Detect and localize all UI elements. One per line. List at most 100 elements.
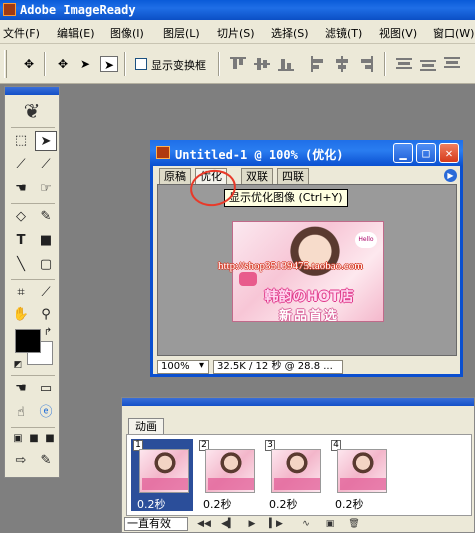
document-icon bbox=[156, 146, 170, 159]
menu-layer[interactable]: 图层(L) bbox=[163, 25, 200, 41]
options-bar: ✥ ✥ ➤ ➤ 显示变换框 bbox=[0, 44, 475, 84]
frame-delay[interactable]: 0.2秒 bbox=[335, 496, 364, 512]
rectangle-tool-icon[interactable]: ■ bbox=[35, 231, 57, 251]
animation-frame[interactable]: 4 0.2秒 bbox=[329, 439, 391, 511]
shop-subtitle-text: 新品首选 bbox=[278, 309, 339, 322]
show-transform-checkbox[interactable] bbox=[135, 58, 147, 70]
align-right-icon[interactable] bbox=[358, 56, 374, 72]
loop-options-select[interactable]: 一直有效 bbox=[124, 517, 188, 531]
document-status-bar: 100% ▾ 32.5K / 12 秒 @ 28.8 ... bbox=[157, 360, 457, 374]
frame-delay[interactable]: 0.2秒 bbox=[137, 496, 166, 512]
rollover-preview-icon[interactable]: ☝ bbox=[10, 403, 32, 423]
frame-thumbnail bbox=[337, 449, 387, 493]
animation-frame[interactable]: 1 0.2秒 bbox=[131, 439, 193, 511]
magic-wand-tool-icon[interactable]: ⟋ bbox=[35, 155, 57, 175]
eyedropper-tool-icon[interactable]: ⟋ bbox=[35, 283, 57, 303]
animation-palette-header[interactable] bbox=[122, 398, 474, 406]
frame-delay[interactable]: 0.2秒 bbox=[203, 496, 232, 512]
rewind-icon[interactable]: ◀◀ bbox=[196, 517, 212, 531]
marquee-tool-icon[interactable]: ⬚ bbox=[10, 131, 32, 151]
tools-divider bbox=[11, 127, 55, 128]
animation-frame[interactable]: 2 0.2秒 bbox=[197, 439, 259, 511]
distribute-middle-icon[interactable] bbox=[420, 56, 436, 72]
girl-portrait bbox=[289, 226, 341, 282]
menu-edit[interactable]: 编辑(E) bbox=[57, 25, 95, 41]
crop-tool-icon[interactable]: ⌗ bbox=[10, 283, 32, 303]
direct-select-icon[interactable]: ✥ bbox=[54, 56, 72, 72]
toolbar-separator bbox=[218, 52, 220, 76]
document-title-bar[interactable]: Untitled-1 @ 100% (优化) ▁ □ ✕ bbox=[150, 140, 463, 166]
frame-thumbnail bbox=[139, 449, 189, 493]
frame-thumbnail bbox=[271, 449, 321, 493]
align-top-icon[interactable] bbox=[230, 56, 246, 72]
menu-bar: 文件(F) 编辑(E) 图像(I) 图层(L) 切片(S) 选择(S) 滤镜(T… bbox=[0, 20, 475, 44]
preview-in-browser-icon[interactable]: ⓔ bbox=[35, 403, 57, 423]
maximize-button[interactable]: □ bbox=[416, 143, 436, 163]
tab-original[interactable]: 原稿 bbox=[159, 168, 191, 184]
hand-tool-icon[interactable]: ✋ bbox=[10, 305, 32, 325]
align-middle-icon[interactable] bbox=[254, 56, 270, 72]
tooltip: 显示优化图像 (Ctrl+Y) bbox=[224, 189, 348, 207]
tools-divider bbox=[11, 203, 55, 204]
line-tool-icon[interactable]: ╲ bbox=[10, 255, 32, 275]
tools-palette-header[interactable] bbox=[5, 87, 59, 95]
minimize-button[interactable]: ▁ bbox=[393, 143, 413, 163]
align-left-icon[interactable] bbox=[310, 56, 326, 72]
slice-visibility-icon[interactable]: ▭ bbox=[35, 379, 57, 399]
move-tool-icon[interactable]: ➤ bbox=[35, 131, 57, 151]
menu-file[interactable]: 文件(F) bbox=[3, 25, 40, 41]
toolbar-separator bbox=[384, 52, 386, 76]
tween-icon[interactable]: ∿ bbox=[298, 517, 314, 531]
menu-view[interactable]: 视图(V) bbox=[379, 25, 417, 41]
new-frame-icon[interactable]: ▣ bbox=[322, 517, 338, 531]
delete-frame-icon[interactable]: 🗑 bbox=[346, 517, 362, 531]
slice-select-icon[interactable]: ☞ bbox=[35, 179, 57, 199]
animation-controls: 一直有效 ◀◀ ◀▍ ▶ ▍▶ ∿ ▣ 🗑 bbox=[122, 516, 474, 532]
document-title: Untitled-1 @ 100% (优化) bbox=[175, 148, 344, 162]
foreground-color-swatch[interactable] bbox=[15, 329, 41, 353]
tab-2-up[interactable]: 双联 bbox=[241, 168, 273, 184]
jump-to-photoshop-icon[interactable]: ⇨ bbox=[10, 451, 32, 471]
tab-menu-arrow-icon[interactable]: ▶ bbox=[444, 169, 457, 182]
lasso-tool-icon[interactable]: ⟋ bbox=[10, 155, 32, 175]
selected-pointer-icon[interactable]: ➤ bbox=[100, 56, 118, 72]
move-tool-icon[interactable]: ✥ bbox=[20, 56, 38, 72]
menu-window[interactable]: 窗口(W) bbox=[433, 25, 474, 41]
brush-tool-icon[interactable]: ✎ bbox=[35, 207, 57, 227]
edit-mode-icon[interactable]: ✎ bbox=[35, 451, 57, 471]
show-transform-label: 显示变换框 bbox=[151, 59, 206, 72]
next-frame-icon[interactable]: ▍▶ bbox=[268, 517, 284, 531]
tab-animation[interactable]: 动画 bbox=[128, 418, 164, 434]
arrow-pointer-icon[interactable]: ➤ bbox=[76, 56, 94, 72]
animation-frame[interactable]: 3 0.2秒 bbox=[263, 439, 325, 511]
crop-hand-icon[interactable]: ☚ bbox=[10, 179, 32, 199]
menu-image[interactable]: 图像(I) bbox=[110, 25, 144, 41]
play-icon[interactable]: ▶ bbox=[244, 517, 260, 531]
optimized-size-info[interactable]: 32.5K / 12 秒 @ 28.8 ... bbox=[213, 360, 343, 374]
rounded-rect-tool-icon[interactable]: ▢ bbox=[35, 255, 57, 275]
eraser-tool-icon[interactable]: ◇ bbox=[10, 207, 32, 227]
align-bottom-icon[interactable] bbox=[278, 56, 294, 72]
full-screen-mode-icon[interactable]: ■ bbox=[39, 429, 61, 449]
toolbar-separator bbox=[44, 52, 46, 76]
previous-frame-icon[interactable]: ◀▍ bbox=[220, 517, 236, 531]
tools-palette: ❦ ⬚ ➤ ⟋ ⟋ ☚ ☞ ◇ ✎ T ■ ╲ ▢ ⌗ ⟋ ✋ ⚲ ↱ ◩ ☚ … bbox=[4, 86, 60, 478]
menu-select[interactable]: 选择(S) bbox=[271, 25, 309, 41]
distribute-top-icon[interactable] bbox=[396, 56, 412, 72]
toolbar-grip[interactable] bbox=[4, 50, 7, 78]
imageready-feather-icon[interactable]: ❦ bbox=[10, 99, 54, 125]
distribute-bottom-icon[interactable] bbox=[444, 56, 460, 72]
bow-decoration bbox=[239, 272, 257, 286]
frame-delay[interactable]: 0.2秒 bbox=[269, 496, 298, 512]
close-button[interactable]: ✕ bbox=[439, 143, 459, 163]
image-map-visibility-icon[interactable]: ☚ bbox=[10, 379, 32, 399]
align-center-icon[interactable] bbox=[334, 56, 350, 72]
chevron-down-icon[interactable]: ▾ bbox=[199, 360, 209, 374]
menu-filter[interactable]: 滤镜(T) bbox=[325, 25, 362, 41]
type-tool-icon[interactable]: T bbox=[10, 231, 32, 251]
tab-4-up[interactable]: 四联 bbox=[277, 168, 309, 184]
menu-slice[interactable]: 切片(S) bbox=[217, 25, 255, 41]
zoom-tool-icon[interactable]: ⚲ bbox=[35, 305, 57, 325]
tools-divider bbox=[11, 279, 55, 280]
default-colors-icon[interactable]: ◩ bbox=[7, 355, 29, 375]
